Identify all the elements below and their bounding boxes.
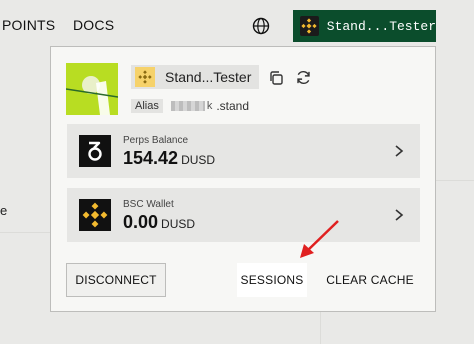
refresh-icon[interactable] [295,69,312,86]
map-line [0,232,50,233]
perps-logo-icon [79,135,111,167]
account-dropdown-panel: Stand...Tester Alias k .stand Perps Bala… [50,46,436,312]
bnb-icon [79,199,111,231]
sessions-button[interactable]: SESSIONS [237,263,307,297]
card-amount: 154.42 [123,148,179,168]
annotation-arrow-icon [300,220,339,258]
top-navigation: POINTS DOCS Stand...Tester [0,0,474,52]
chevron-right-icon [395,145,404,157]
background-text-fragment: e [0,203,8,218]
nav-link-docs[interactable]: DOCS [73,17,114,33]
alias-suffix: .stand [216,99,250,113]
bsc-wallet-card[interactable]: BSC Wallet 0.00 DUSD [67,188,420,242]
copy-icon[interactable] [268,70,284,86]
card-label: Perps Balance [123,135,189,146]
card-unit: DUSD [181,153,216,167]
card-label: BSC Wallet [123,199,174,210]
bnb-icon [300,16,319,36]
wallet-account-button[interactable]: Stand...Tester [293,10,436,42]
chevron-right-icon [395,209,404,221]
disconnect-button[interactable]: DISCONNECT [66,263,166,297]
globe-icon[interactable] [252,17,270,35]
card-unit: DUSD [161,217,196,231]
map-line [436,180,474,181]
alias-tag: Alias [131,99,163,113]
clear-cache-button[interactable]: CLEAR CACHE [326,263,414,297]
card-value: 154.42 DUSD [123,148,215,169]
nav-link-points[interactable]: POINTS [2,17,55,33]
alias-row: Alias k .stand [131,99,249,113]
account-name-chip: Stand...Tester [131,65,259,89]
bnb-icon [135,67,155,87]
alias-redacted [170,101,205,111]
perps-balance-card[interactable]: Perps Balance 154.42 DUSD [67,124,420,178]
map-line [320,312,321,344]
card-amount: 0.00 [123,212,159,232]
card-value: 0.00 DUSD [123,212,195,233]
wallet-button-label: Stand...Tester [326,18,436,34]
alias-partial: k [206,100,213,112]
account-display-name: Stand...Tester [165,69,252,85]
avatar [66,63,118,115]
